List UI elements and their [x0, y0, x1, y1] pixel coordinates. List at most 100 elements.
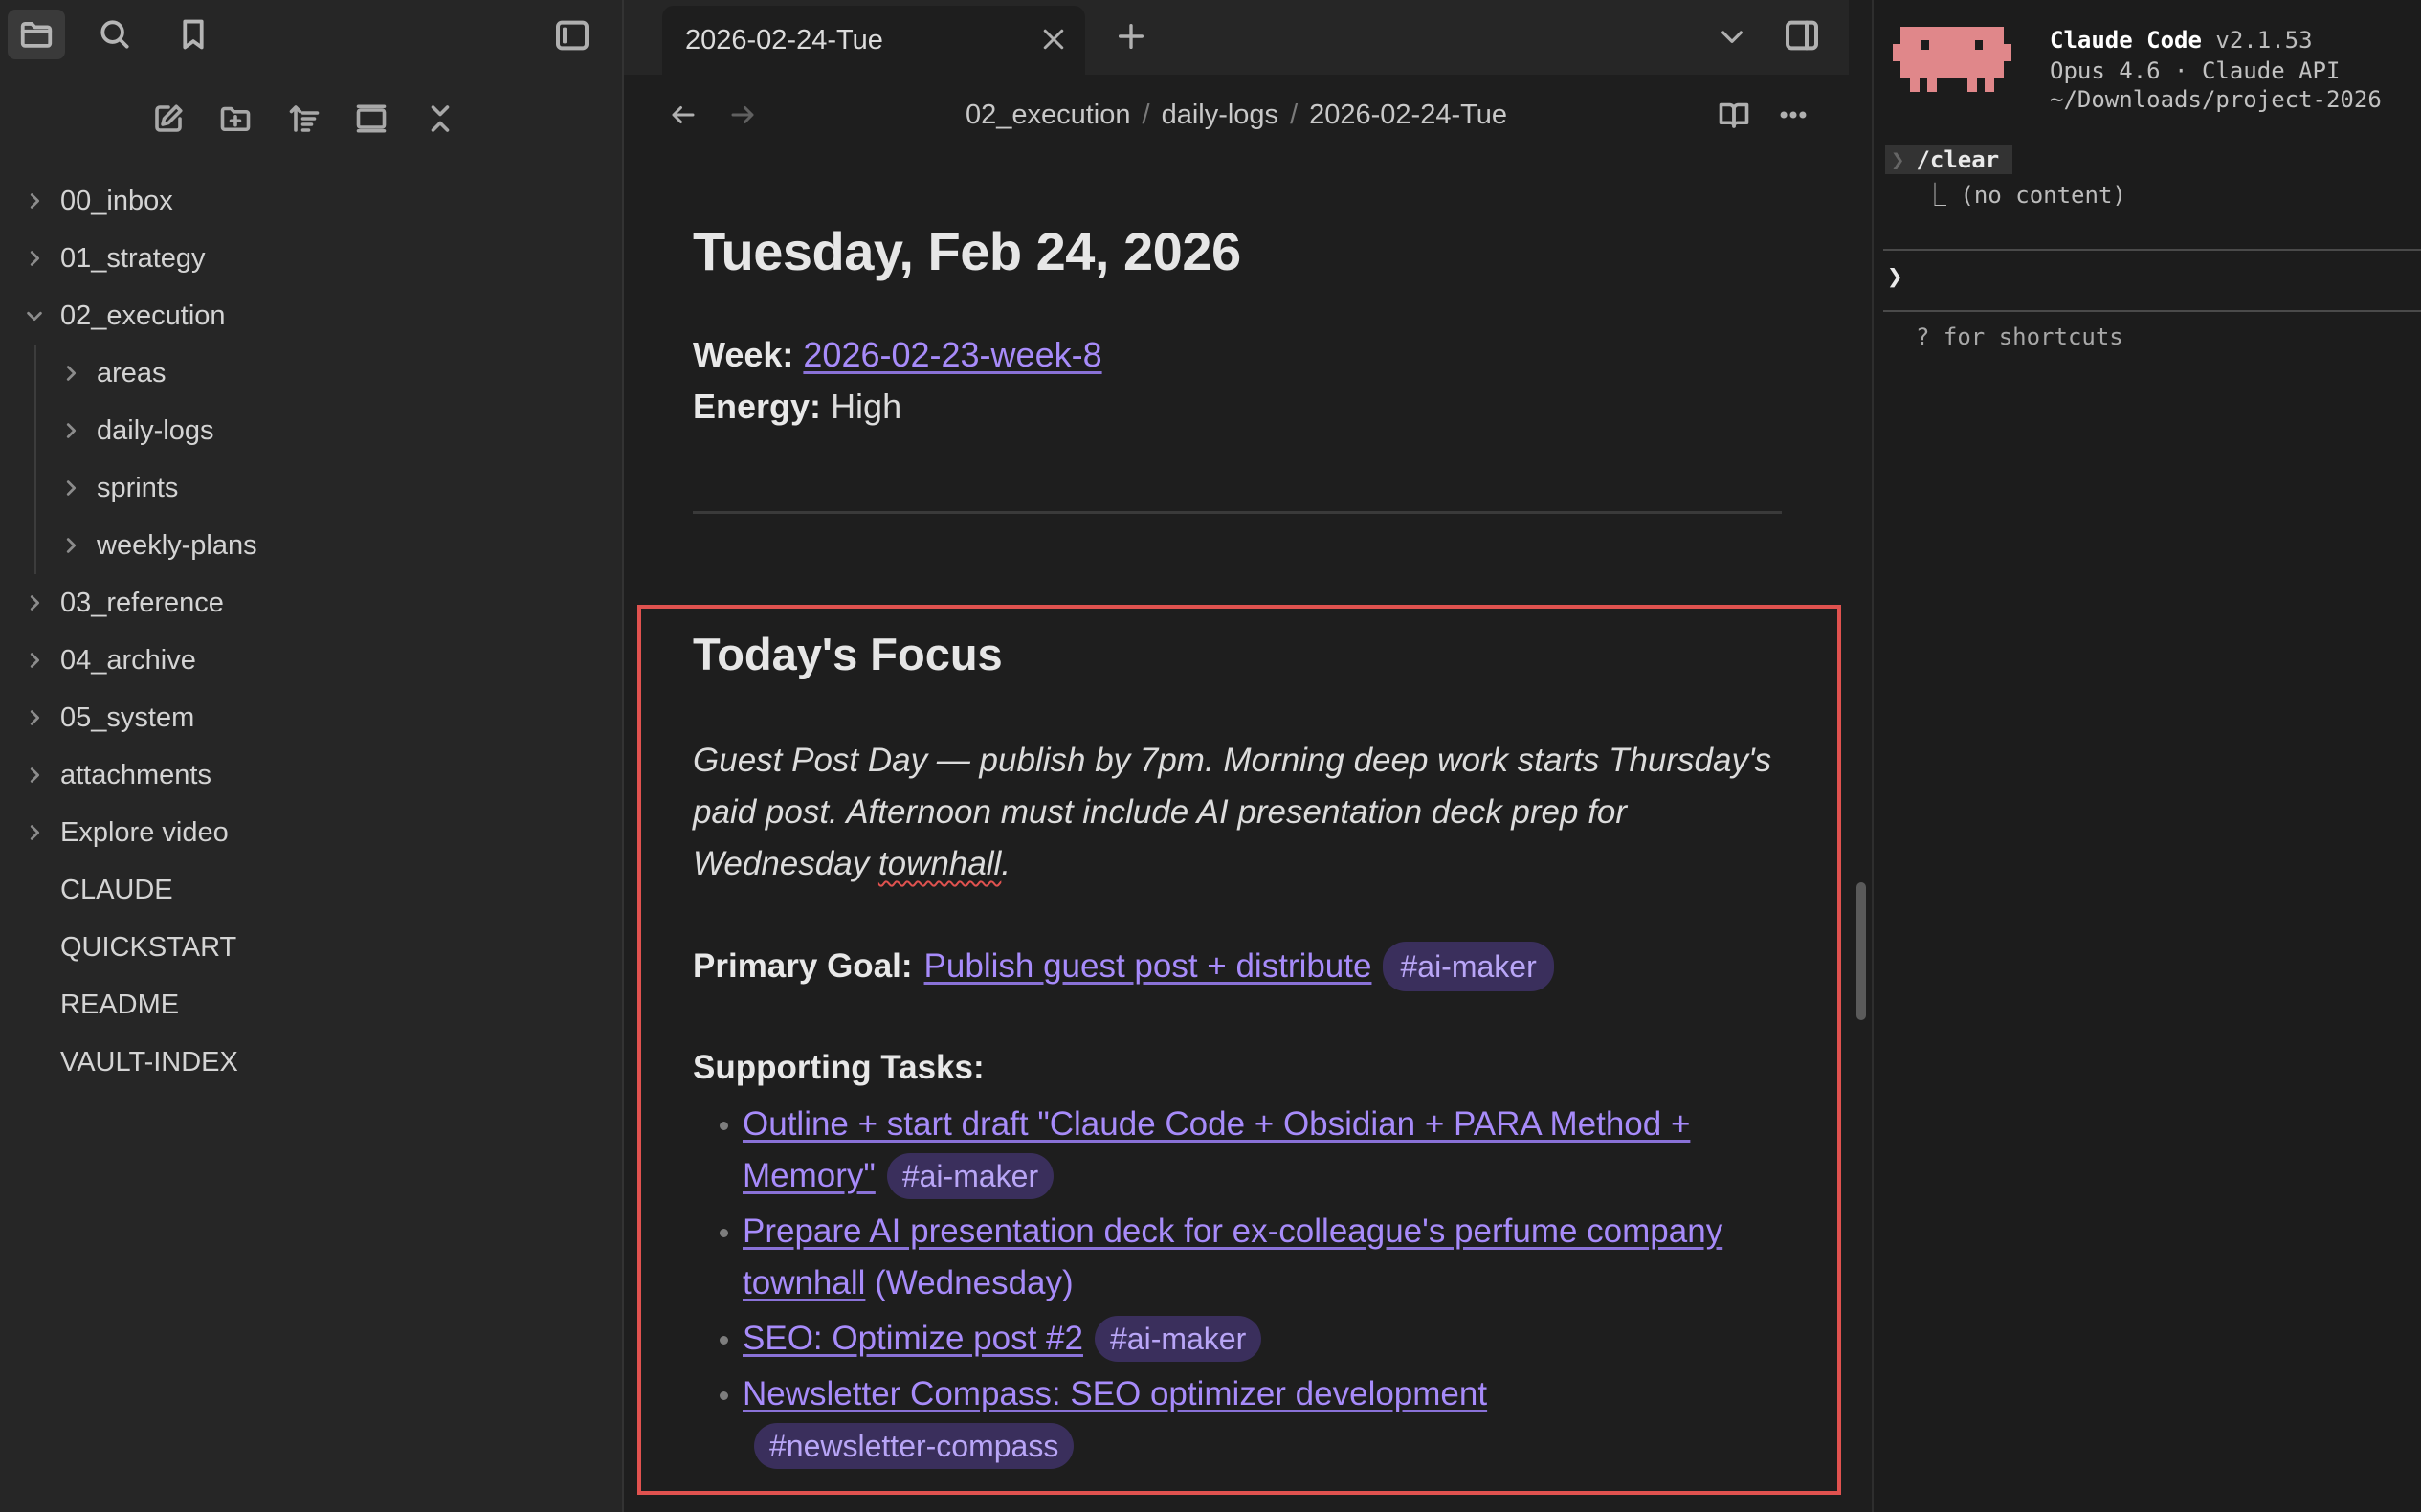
breadcrumb-folder[interactable]: 02_execution [966, 100, 1131, 130]
chevron-right-icon[interactable] [23, 189, 46, 212]
new-folder-button[interactable] [212, 96, 258, 142]
right-sidebar-toggle[interactable] [1778, 13, 1826, 57]
task-item: Newsletter Compass: SEO optimizer develo… [693, 1368, 1803, 1472]
sidebar-left-icon [556, 20, 589, 51]
tree-folder[interactable]: 03_reference [0, 574, 622, 632]
tree-item-label: 01_strategy [60, 242, 206, 274]
chevron-right-icon[interactable] [59, 477, 82, 500]
model-info: Opus 4.6 · Claude API [2050, 57, 2341, 84]
chevron-down-icon[interactable] [23, 304, 46, 327]
chevron-right-icon[interactable] [23, 706, 46, 729]
new-note-button[interactable] [145, 96, 191, 142]
command-chevron-icon: ❯ [1885, 145, 1911, 174]
week-property: Week: 2026-02-23-week-8 [693, 335, 1102, 375]
tag-pill[interactable]: #ai-maker [886, 1153, 1055, 1199]
task-link[interactable]: Outline + start draft "Claude Code + Obs… [743, 1105, 1690, 1194]
breadcrumb-note[interactable]: 2026-02-24-Tue [1309, 100, 1507, 130]
breadcrumb-subfolder[interactable]: daily-logs [1162, 100, 1279, 130]
chevron-right-icon[interactable] [23, 247, 46, 270]
task-item: SEO: Optimize post #2 #ai-maker [693, 1313, 1803, 1365]
collapse-all-button[interactable] [417, 96, 463, 142]
sort-icon [289, 105, 320, 132]
tree-file[interactable]: QUICKSTART [0, 919, 622, 976]
book-open-icon [1719, 102, 1749, 128]
input-bottom-border [1883, 310, 2421, 312]
chevron-right-icon[interactable] [59, 362, 82, 385]
bookmark-icon [183, 19, 204, 50]
breadcrumb: 02_execution / daily-logs / 2026-02-24-Tue [624, 100, 1849, 131]
tab-close-button[interactable] [1037, 23, 1070, 56]
app-name: Claude Code [2050, 27, 2202, 54]
focus-text-end: . [1001, 845, 1011, 882]
note-navigation-bar: 02_execution / daily-logs / 2026-02-24-Tue [624, 75, 1849, 157]
task-item: Outline + start draft "Claude Code + Obs… [693, 1099, 1803, 1202]
files-tab-button[interactable] [8, 10, 65, 59]
breadcrumb-separator: / [1142, 100, 1150, 130]
sidebar-right-icon [1786, 20, 1818, 51]
left-sidebar-toggle[interactable] [547, 13, 597, 57]
chevron-right-icon[interactable] [23, 591, 46, 614]
primary-goal-link[interactable]: Publish guest post + distribute [924, 947, 1372, 986]
editor-scrollbar[interactable] [1856, 882, 1866, 1020]
tree-file[interactable]: README [0, 976, 622, 1034]
tree-item-label: 04_archive [60, 644, 196, 676]
new-tab-button[interactable] [1112, 17, 1150, 56]
tree-folder[interactable]: areas [0, 345, 622, 402]
tab-daily-note[interactable]: 2026-02-24-Tue [662, 6, 1085, 75]
tree-folder[interactable]: daily-logs [0, 402, 622, 459]
sidebar-top-bar [0, 0, 622, 75]
tree-folder[interactable]: 02_execution [0, 287, 622, 345]
chevron-right-icon[interactable] [23, 821, 46, 844]
chevron-right-icon[interactable] [23, 764, 46, 787]
tree-file[interactable]: CLAUDE [0, 861, 622, 919]
plus-icon [1118, 23, 1144, 50]
tree-folder[interactable]: sprints [0, 459, 622, 517]
tree-file[interactable]: VAULT-INDEX [0, 1034, 622, 1091]
tab-title: 2026-02-24-Tue [685, 25, 883, 56]
energy-label: Energy: [693, 387, 822, 426]
tree-item-label: areas [97, 357, 167, 389]
auto-reveal-button[interactable] [348, 96, 394, 142]
chevron-right-icon[interactable] [23, 649, 46, 672]
prompt-input[interactable]: ❯ [1887, 260, 1903, 292]
chevron-right-icon[interactable] [59, 419, 82, 442]
reveal-file-icon [356, 104, 387, 133]
new-note-icon [155, 104, 183, 132]
tab-list-dropdown[interactable] [1713, 17, 1751, 56]
tree-folder[interactable]: 04_archive [0, 632, 622, 689]
tree-folder[interactable]: 01_strategy [0, 230, 622, 287]
tag-pill[interactable]: #ai-maker [1383, 942, 1554, 991]
tree-folder[interactable]: weekly-plans [0, 517, 622, 574]
focus-heading: Today's Focus [693, 629, 1003, 679]
app-title: Claude Code v2.1.53 [2050, 27, 2313, 54]
tree-item-label: README [60, 989, 180, 1020]
search-tab-button[interactable] [86, 10, 144, 59]
chevron-right-icon[interactable] [59, 534, 82, 557]
folder-icon [20, 22, 53, 48]
tag-pill[interactable]: #newsletter-compass [754, 1423, 1075, 1469]
tree-item-label: CLAUDE [60, 874, 173, 905]
tree-folder[interactable]: 00_inbox [0, 172, 622, 230]
tree-folder[interactable]: Explore video [0, 804, 622, 861]
week-link[interactable]: 2026-02-23-week-8 [803, 335, 1101, 374]
tag-pill[interactable]: #ai-maker [1094, 1316, 1262, 1362]
sort-button[interactable] [281, 96, 327, 142]
search-icon [100, 20, 129, 49]
task-link[interactable]: SEO: Optimize post #2 [743, 1320, 1083, 1357]
task-suffix: (Wednesday) [865, 1264, 1074, 1301]
tree-item-label: Explore video [60, 816, 229, 848]
tree-folder[interactable]: attachments [0, 746, 622, 804]
command-text: /clear [1910, 145, 2013, 174]
reading-view-button[interactable] [1713, 96, 1755, 134]
shortcut-hint: ? for shortcuts [1916, 323, 2123, 350]
tab-bar: 2026-02-24-Tue [556, 0, 1849, 75]
task-link[interactable]: Newsletter Compass: SEO optimizer develo… [743, 1375, 1487, 1412]
more-options-button[interactable] [1772, 96, 1814, 134]
tree-folder[interactable]: 05_system [0, 689, 622, 746]
claude-mascot-icon [1893, 27, 2011, 92]
breadcrumb-separator: / [1290, 100, 1299, 130]
tree-item-label: 03_reference [60, 587, 224, 618]
bookmarks-tab-button[interactable] [165, 10, 222, 59]
tree-item-label: QUICKSTART [60, 931, 237, 963]
file-explorer-toolbar [0, 75, 622, 163]
